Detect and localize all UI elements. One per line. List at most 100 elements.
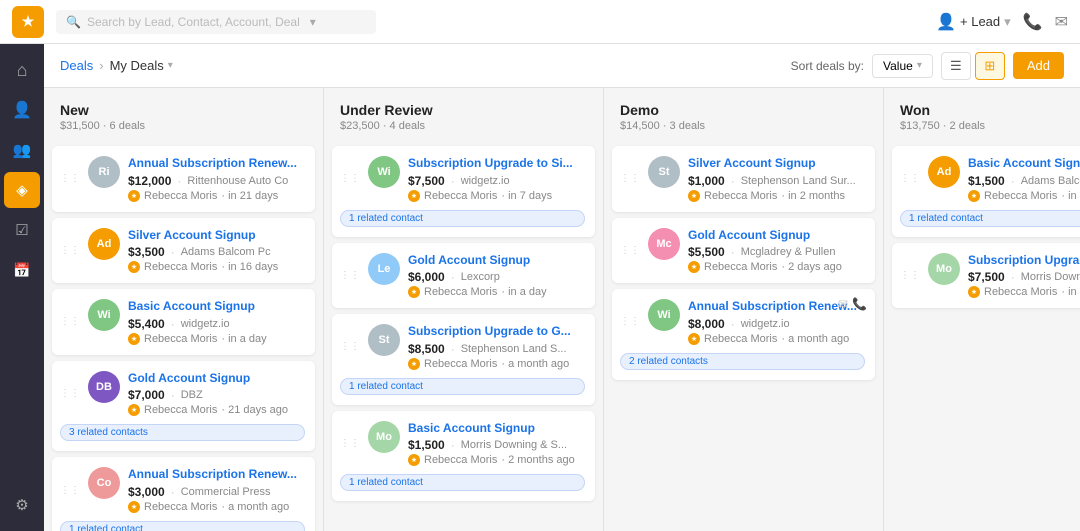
card-company: Rittenhouse Auto Co [187,175,288,187]
card-top: ⋮⋮ Mo Subscription Upgrade to G... $7,50… [900,253,1080,299]
kanban-col-won: Won $13,750 · 2 deals ⋮⋮ Ad Basic Accoun… [884,88,1080,531]
card-info: Gold Account Signup $7,000 ·DBZ ★ Rebecc… [128,371,305,417]
col-title-new: New [60,102,307,118]
card-agent: ★ Rebecca Moris · in 14 days [968,286,1080,298]
col-title-demo: Demo [620,102,867,118]
deal-card-ur3[interactable]: ⋮⋮ St Subscription Upgrade to G... $8,50… [332,314,595,405]
avatar: Wi [88,299,120,331]
card-drag-handle: ⋮⋮ [60,316,80,327]
card-title[interactable]: Annual Subscription Renew... [128,156,305,172]
agent-name: Rebecca Moris [424,358,497,370]
card-title[interactable]: Gold Account Signup [408,253,585,269]
card-top: ⋮⋮ Wi Subscription Upgrade to Si... $7,5… [340,156,585,202]
search-placeholder: Search by Lead, Contact, Account, Deal [87,15,300,29]
card-time: · in 2 months [781,190,845,202]
card-amount: $1,000 [688,174,725,188]
deal-card-c4[interactable]: ⋮⋮ DB Gold Account Signup $7,000 ·DBZ ★ … [52,361,315,452]
search-dropdown-icon[interactable]: ▾ [310,15,316,29]
sidebar-item-settings[interactable]: ⚙ [4,487,40,523]
app-logo: ★ [12,6,44,38]
deal-card-d1[interactable]: ⋮⋮ St Silver Account Signup $1,000 ·Step… [612,146,875,212]
agent-name: Rebecca Moris [144,261,217,273]
card-company: Adams Balcom Pc [181,246,271,258]
card-info: Silver Account Signup $3,500 ·Adams Balc… [128,228,305,274]
card-title[interactable]: Silver Account Signup [128,228,305,244]
card-tag: 1 related contact [340,378,585,395]
add-button[interactable]: Add [1013,52,1064,79]
card-drag-handle: ⋮⋮ [60,388,80,399]
email-action-icon[interactable]: ✉ [838,297,848,311]
card-title[interactable]: Subscription Upgrade to G... [408,324,585,340]
card-title[interactable]: Basic Account Signup [968,156,1080,172]
agent-avatar: ★ [128,333,140,345]
deal-card-c3[interactable]: ⋮⋮ Wi Basic Account Signup $5,400 ·widge… [52,289,315,355]
agent-name: Rebecca Moris [704,190,777,202]
avatar: St [648,156,680,188]
card-agent: ★ Rebecca Moris · a month ago [128,501,305,513]
agent-avatar: ★ [128,190,140,202]
card-title[interactable]: Subscription Upgrade to Si... [408,156,585,172]
card-title[interactable]: Annual Subscription Renew... [128,467,305,483]
col-meta-demo: $14,500 · 3 deals [620,120,867,132]
deal-card-ur4[interactable]: ⋮⋮ Mo Basic Account Signup $1,500 ·Morri… [332,411,595,502]
agent-avatar: ★ [408,358,420,370]
list-view-button[interactable]: ☰ [941,52,971,80]
card-company: widgetz.io [461,175,510,187]
sidebar-item-deals[interactable]: ◈ [4,172,40,208]
deal-card-w1[interactable]: ⋮⋮ Ad Basic Account Signup $1,500 ·Adams… [892,146,1080,237]
card-amount: $7,500 [968,270,1005,284]
deal-card-w2[interactable]: ⋮⋮ Mo Subscription Upgrade to G... $7,50… [892,243,1080,309]
card-title[interactable]: Basic Account Signup [128,299,305,315]
agent-name: Rebecca Moris [424,454,497,466]
user-icon[interactable]: 👤 + Lead ▾ [936,12,1011,32]
card-company: Lexcorp [461,271,500,283]
card-agent: ★ Rebecca Moris · in 7 days [408,190,585,202]
deal-card-d2[interactable]: ⋮⋮ Mc Gold Account Signup $5,500 ·Mcglad… [612,218,875,284]
deal-card-c1[interactable]: ⋮⋮ Ri Annual Subscription Renew... $12,0… [52,146,315,212]
card-title[interactable]: Gold Account Signup [688,228,865,244]
card-time: · in a day [501,286,546,298]
card-amount: $3,500 [128,245,165,259]
deal-card-c5[interactable]: ⋮⋮ Co Annual Subscription Renew... $3,00… [52,457,315,531]
deal-card-ur1[interactable]: ⋮⋮ Wi Subscription Upgrade to Si... $7,5… [332,146,595,237]
deal-card-d3[interactable]: ✉ 📞 ⋮⋮ Wi Annual Subscription Renew... $… [612,289,875,380]
sidebar-item-contacts[interactable]: 👥 [4,132,40,168]
deal-card-ur2[interactable]: ⋮⋮ Le Gold Account Signup $6,000 ·Lexcor… [332,243,595,309]
deal-card-c2[interactable]: ⋮⋮ Ad Silver Account Signup $3,500 ·Adam… [52,218,315,284]
sidebar-item-calendar[interactable]: 📅 [4,252,40,288]
card-tag: 1 related contact [900,210,1080,227]
card-info: Gold Account Signup $5,500 ·Mcgladrey & … [688,228,865,274]
sort-value-button[interactable]: Value ▾ [872,54,933,78]
mail-icon[interactable]: ✉ [1055,12,1068,32]
card-info: Silver Account Signup $1,000 ·Stephenson… [688,156,865,202]
card-company: widgetz.io [181,318,230,330]
phone-action-icon[interactable]: 📞 [852,297,867,311]
search-bar[interactable]: 🔍 Search by Lead, Contact, Account, Deal… [56,10,376,34]
agent-avatar: ★ [128,261,140,273]
card-drag-handle: ⋮⋮ [340,270,360,281]
card-drag-handle: ⋮⋮ [340,173,360,184]
card-company: Mcgladrey & Pullen [741,246,836,258]
card-company: widgetz.io [741,318,790,330]
agent-avatar: ★ [968,190,980,202]
phone-icon[interactable]: 📞 [1023,12,1043,32]
card-drag-handle: ⋮⋮ [620,173,640,184]
breadcrumb-my-deals[interactable]: My Deals ▾ [110,58,173,73]
sidebar-item-activity[interactable]: ☑ [4,212,40,248]
card-agent: ★ Rebecca Moris · 2 days ago [688,261,865,273]
breadcrumb-dropdown-icon[interactable]: ▾ [168,60,173,71]
add-lead-button[interactable]: + Lead [960,14,1000,29]
sidebar-item-home[interactable]: ⌂ [4,52,40,88]
kanban-view-button[interactable]: ⊞ [975,52,1005,80]
card-title[interactable]: Basic Account Signup [408,421,585,437]
breadcrumb-deals[interactable]: Deals [60,58,93,73]
card-title[interactable]: Subscription Upgrade to G... [968,253,1080,269]
card-tag: 1 related contact [340,210,585,227]
agent-avatar: ★ [688,333,700,345]
add-lead-dropdown[interactable]: ▾ [1004,14,1011,30]
sidebar-item-person[interactable]: 👤 [4,92,40,128]
card-title[interactable]: Silver Account Signup [688,156,865,172]
avatar: DB [88,371,120,403]
card-top: ⋮⋮ Ri Annual Subscription Renew... $12,0… [60,156,305,202]
card-title[interactable]: Gold Account Signup [128,371,305,387]
